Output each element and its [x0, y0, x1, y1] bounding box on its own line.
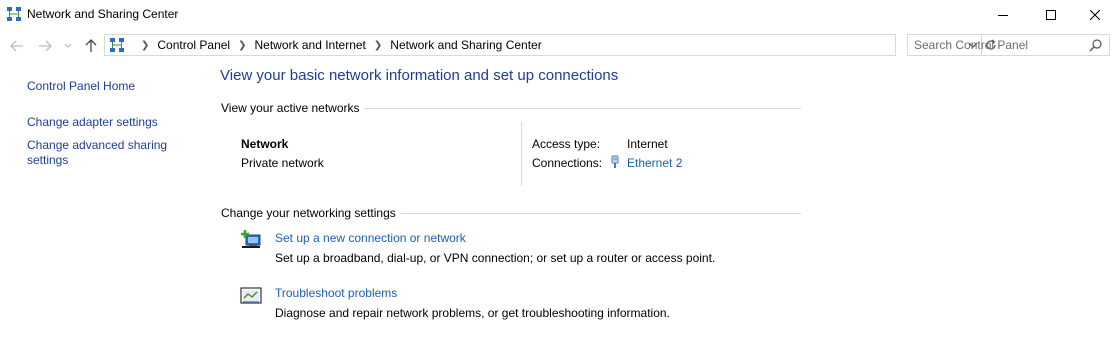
- troubleshoot-problems-description: Diagnose and repair network problems, or…: [275, 306, 670, 320]
- title-bar: Network and Sharing Center: [0, 0, 1118, 30]
- forward-button[interactable]: [37, 38, 53, 54]
- networking-settings-label: Change your networking settings: [221, 206, 396, 220]
- change-advanced-sharing-settings-link[interactable]: Change advanced sharing settings: [27, 138, 177, 168]
- access-type-value: Internet: [627, 137, 668, 151]
- troubleshoot-icon: [240, 287, 262, 304]
- search-box[interactable]: [907, 34, 1110, 56]
- minimize-button[interactable]: [980, 0, 1026, 30]
- search-icon[interactable]: [1089, 38, 1103, 52]
- section-divider: [364, 108, 801, 109]
- chevron-right-icon[interactable]: ❯: [374, 40, 382, 51]
- close-button[interactable]: [1072, 0, 1118, 30]
- minimize-icon: [998, 15, 1008, 16]
- connections-label: Connections:: [532, 156, 603, 170]
- access-type-label: Access type:: [532, 137, 601, 151]
- chevron-right-icon[interactable]: ❯: [238, 40, 246, 51]
- ethernet-icon: [611, 155, 619, 168]
- new-connection-icon: [241, 230, 261, 248]
- vertical-divider: [521, 122, 522, 186]
- breadcrumb-network-and-sharing-center[interactable]: Network and Sharing Center: [390, 38, 541, 52]
- ethernet-2-link[interactable]: Ethernet 2: [627, 156, 682, 170]
- network-type: Private network: [241, 156, 324, 170]
- back-arrow-icon: [10, 40, 23, 52]
- window-title: Network and Sharing Center: [27, 7, 179, 21]
- troubleshoot-problems-link[interactable]: Troubleshoot problems: [275, 286, 397, 300]
- change-adapter-settings-link[interactable]: Change adapter settings: [27, 115, 158, 130]
- chevron-right-icon[interactable]: ❯: [141, 40, 149, 51]
- section-divider: [401, 213, 801, 214]
- up-button[interactable]: [83, 38, 99, 54]
- control-panel-home-link[interactable]: Control Panel Home: [27, 79, 135, 94]
- maximize-button[interactable]: [1028, 0, 1074, 30]
- breadcrumb: ❯ Control Panel ❯ Network and Internet ❯…: [109, 35, 542, 55]
- setup-new-connection-description: Set up a broadband, dial-up, or VPN conn…: [275, 251, 716, 265]
- breadcrumb-network-and-internet[interactable]: Network and Internet: [255, 38, 366, 52]
- network-center-icon: [110, 38, 124, 52]
- forward-arrow-icon: [39, 40, 52, 52]
- page-title: View your basic network information and …: [220, 67, 619, 84]
- recent-locations-button[interactable]: [63, 38, 73, 54]
- navigation-bar: ❯ Control Panel ❯ Network and Internet ❯…: [0, 34, 1118, 58]
- setup-new-connection-link[interactable]: Set up a new connection or network: [275, 231, 466, 245]
- close-icon: [1090, 10, 1100, 20]
- search-input[interactable]: [914, 37, 1084, 53]
- back-button[interactable]: [9, 38, 25, 54]
- active-networks-label: View your active networks: [221, 101, 360, 115]
- network-name: Network: [241, 137, 289, 151]
- network-center-icon: [7, 7, 21, 21]
- up-arrow-icon: [85, 39, 97, 52]
- maximize-icon: [1046, 10, 1056, 20]
- address-bar[interactable]: ❯ Control Panel ❯ Network and Internet ❯…: [104, 34, 996, 56]
- chevron-down-icon: [64, 43, 72, 48]
- breadcrumb-control-panel[interactable]: Control Panel: [157, 38, 230, 52]
